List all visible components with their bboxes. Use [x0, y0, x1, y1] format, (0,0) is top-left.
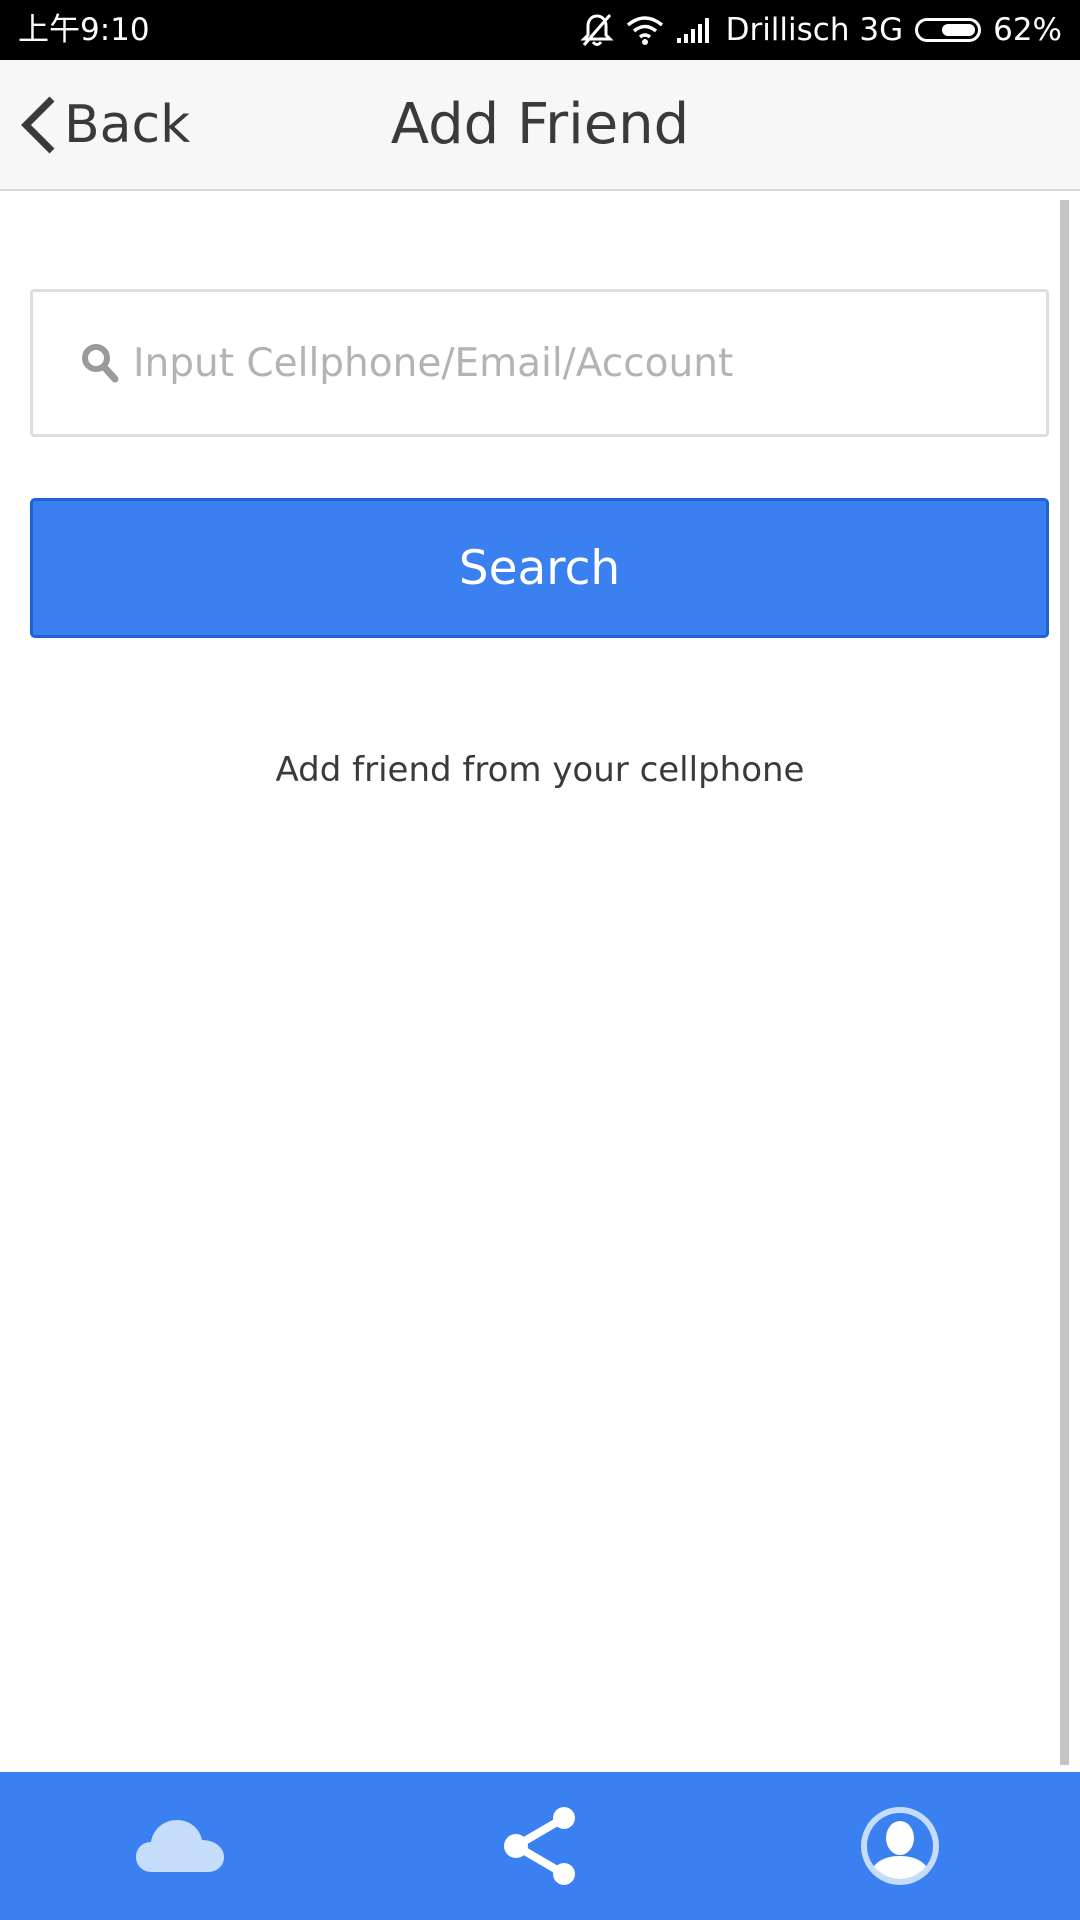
battery-fill	[942, 24, 976, 36]
status-time: 上午9:10	[18, 12, 150, 48]
signal-icon	[676, 16, 714, 44]
status-right-group: Drillisch 3G 62%	[568, 0, 1062, 60]
battery-icon	[915, 18, 982, 42]
back-button[interactable]: Back	[18, 82, 190, 168]
hint-text: Add friend from your cellphone	[275, 750, 805, 790]
tab-profile[interactable]	[800, 1772, 1000, 1920]
profile-icon	[860, 1806, 940, 1886]
share-icon	[502, 1806, 578, 1886]
cloud-icon	[136, 1816, 224, 1876]
battery-percent: 62%	[993, 12, 1062, 48]
scrollbar[interactable]	[1060, 200, 1069, 1765]
status-bar: 上午9:10 Drillisch 3G 62%	[0, 0, 1080, 60]
carrier-label: Drillisch 3G	[725, 12, 904, 48]
back-label: Back	[64, 95, 191, 155]
tab-cloud[interactable]	[80, 1772, 280, 1920]
search-icon	[81, 343, 119, 383]
search-input[interactable]	[133, 323, 1013, 403]
bell-off-icon	[579, 12, 614, 48]
wifi-icon	[626, 15, 664, 45]
search-box[interactable]	[30, 289, 1049, 437]
title-bar: Add Friend Back	[0, 60, 1080, 191]
tab-share[interactable]	[440, 1772, 640, 1920]
chevron-left-icon	[18, 95, 58, 155]
search-button[interactable]: Search	[30, 498, 1049, 638]
bottom-nav	[0, 1772, 1080, 1920]
